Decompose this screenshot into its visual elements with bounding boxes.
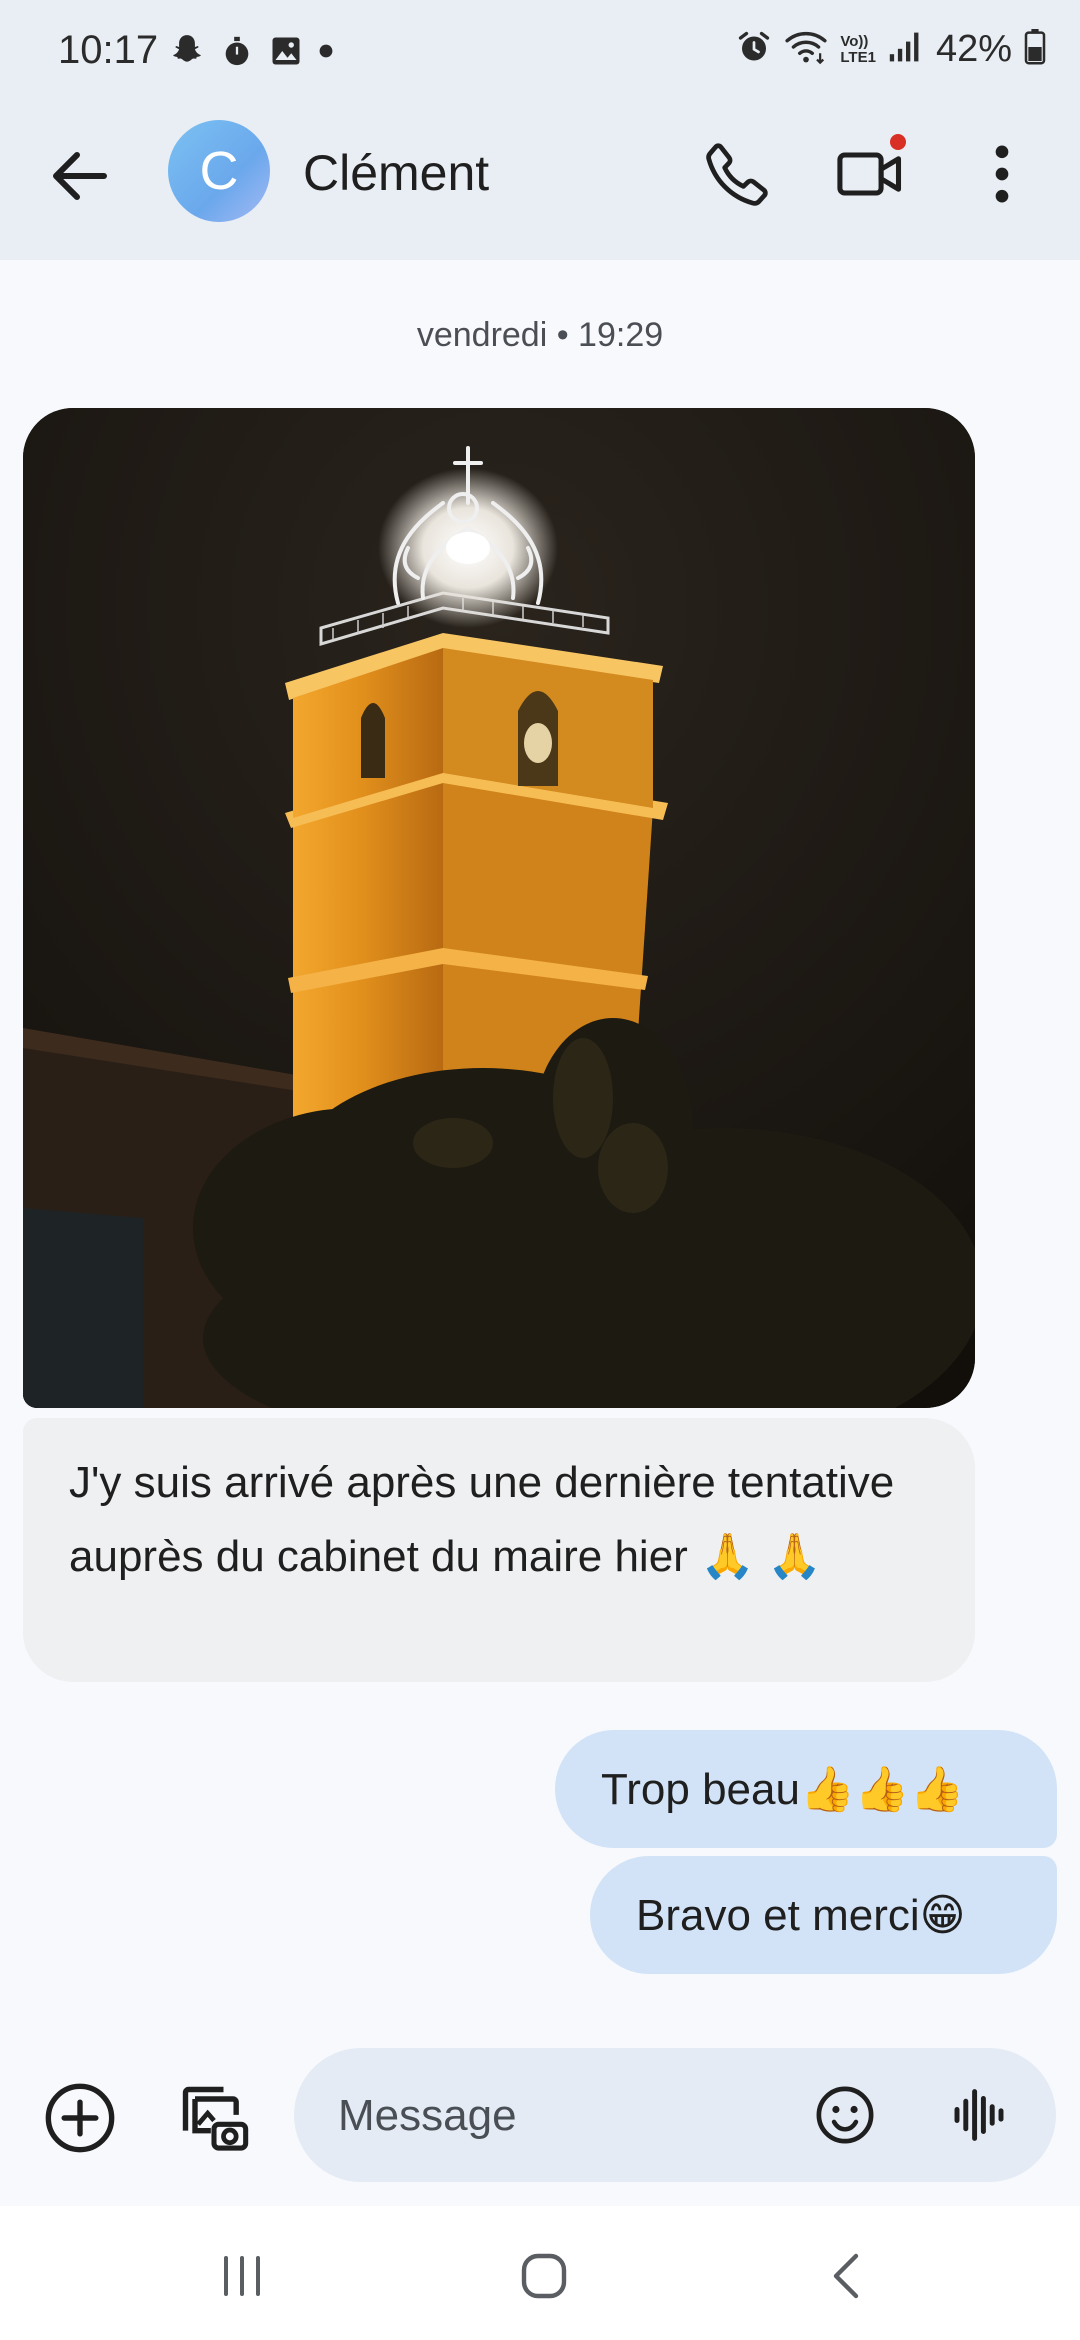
signal-icon [888, 30, 924, 69]
message-compose-bar [294, 2048, 1056, 2182]
battery-percent: 42% [935, 28, 1012, 70]
status-time: 10:17 [58, 28, 159, 72]
video-call-button[interactable] [832, 134, 908, 212]
timer-icon [220, 34, 254, 73]
status-bar: 10:17 Vo)) LTE1 42% [0, 0, 1080, 100]
waveform-icon [954, 2089, 1004, 2141]
dot-icon [318, 43, 334, 64]
home-button[interactable] [516, 2248, 572, 2304]
more-vert-icon [995, 145, 1009, 203]
lte-label: LTE1 [840, 48, 876, 66]
message-input[interactable] [336, 2084, 760, 2148]
emoji-button[interactable] [812, 2082, 878, 2148]
battery-icon [1024, 29, 1046, 70]
notification-badge [890, 134, 906, 150]
photo-camera-icon [182, 2086, 249, 2151]
volte-label: Vo)) [840, 32, 869, 50]
voice-message-button[interactable] [946, 2082, 1012, 2148]
call-button[interactable] [700, 136, 776, 212]
bell-tower-photo [23, 408, 975, 1408]
add-attachment-button[interactable] [42, 2080, 118, 2156]
plus-circle-icon [45, 2083, 115, 2153]
avatar[interactable]: C [168, 120, 270, 222]
sent-message[interactable]: Trop beau👍👍👍 [555, 1730, 1057, 1848]
home-icon [521, 2253, 567, 2299]
snapchat-icon [168, 32, 206, 75]
image-message[interactable] [23, 408, 975, 1408]
sent-message-text: Bravo et merci😁 [636, 1890, 966, 1940]
recent-apps-button[interactable] [212, 2250, 272, 2302]
back-button[interactable] [44, 140, 116, 212]
nav-back-button[interactable] [820, 2248, 876, 2304]
notification-icons [168, 32, 334, 75]
alarm-icon [736, 29, 772, 70]
more-options-button[interactable] [970, 136, 1034, 212]
system-icons: Vo)) LTE1 42% [736, 28, 1046, 71]
received-message[interactable]: J'y suis arrivé après une dernière tenta… [23, 1418, 975, 1682]
sent-message[interactable]: Bravo et merci😁 [590, 1856, 1057, 1974]
message-timestamp: vendredi • 19:29 [416, 316, 664, 354]
smiley-icon [816, 2086, 874, 2144]
wifi-icon [784, 29, 828, 70]
conversation-header: C Clément [0, 100, 1080, 260]
system-navigation-bar [0, 2206, 1080, 2340]
chevron-left-icon [833, 2253, 859, 2299]
recents-icon [224, 2256, 260, 2296]
sent-message-text: Trop beau👍👍👍 [601, 1765, 965, 1814]
phone-icon [706, 143, 768, 206]
volte-icon: Vo)) LTE1 [840, 32, 876, 66]
gallery-button[interactable] [176, 2080, 252, 2156]
gallery-icon [268, 33, 304, 74]
arrow-left-icon [53, 152, 107, 200]
contact-name[interactable]: Clément [303, 144, 489, 202]
